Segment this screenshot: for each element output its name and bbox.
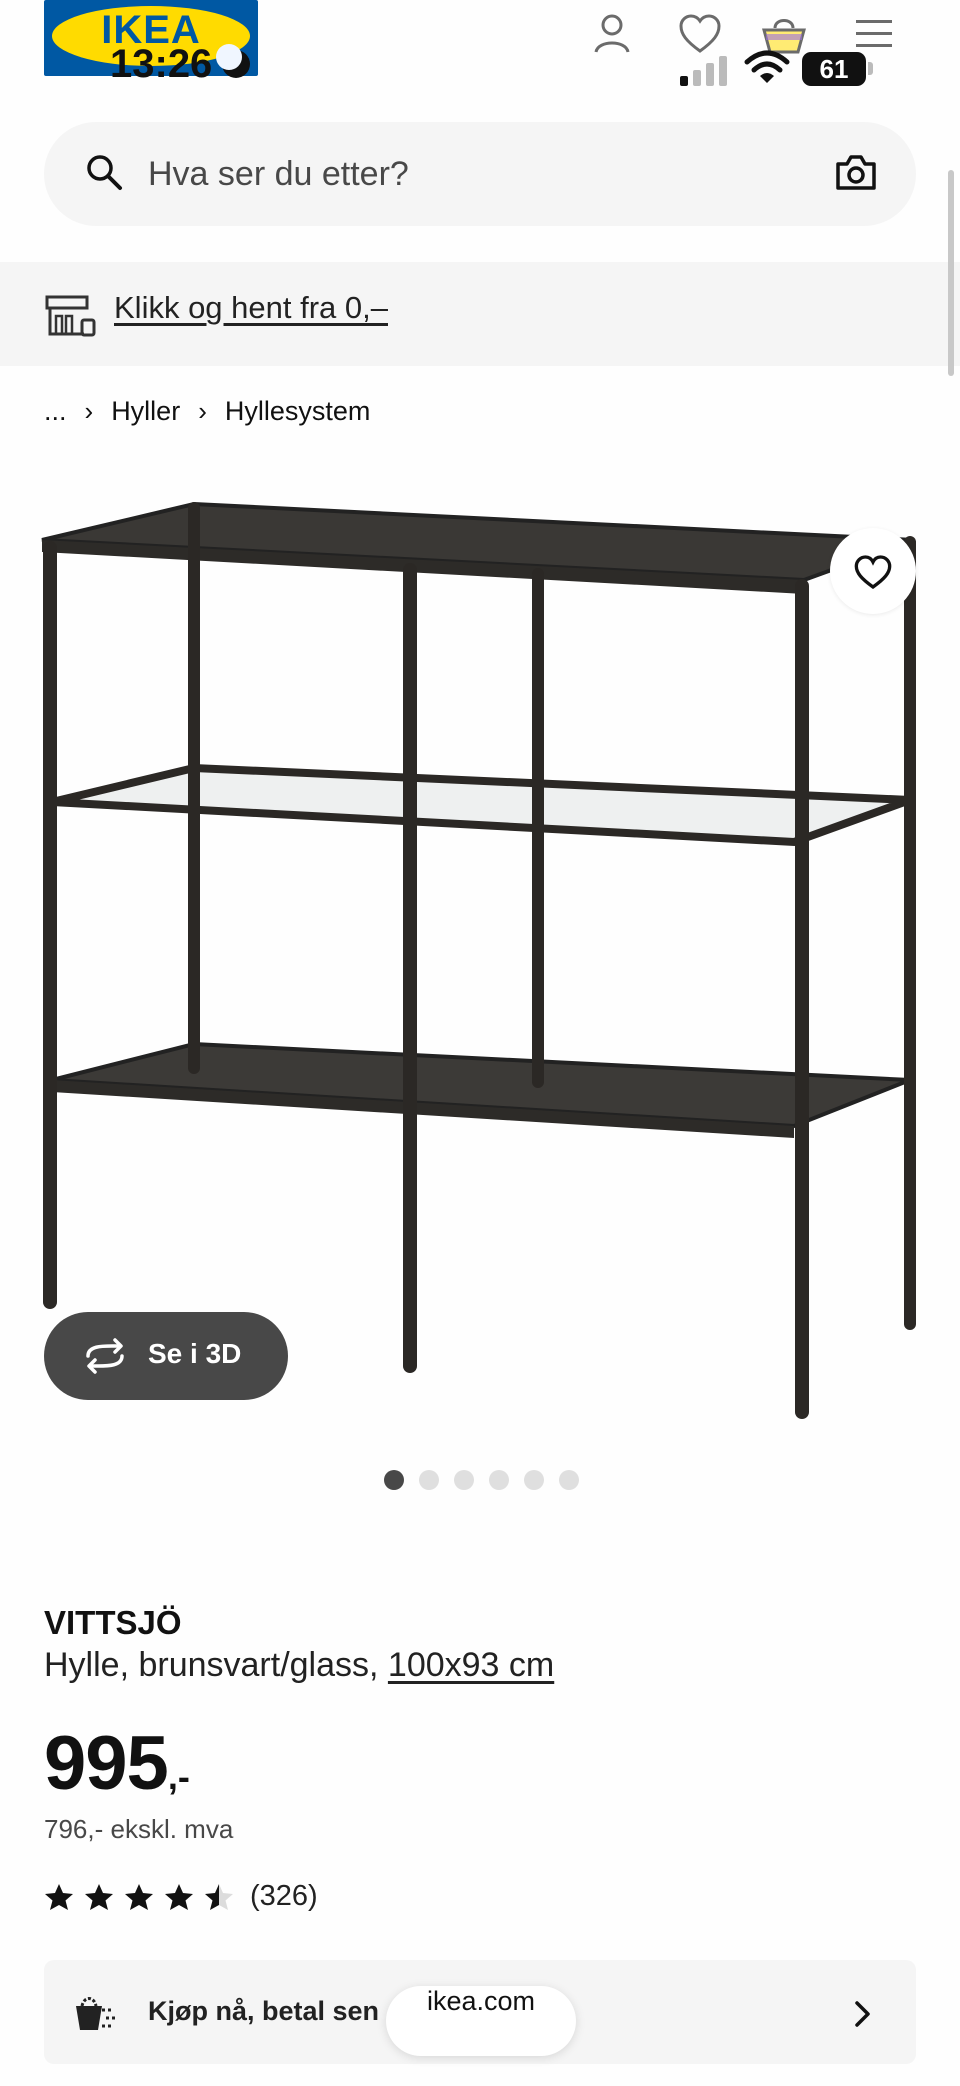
- menu-icon[interactable]: [850, 10, 898, 58]
- rating-stars[interactable]: [44, 1882, 234, 1912]
- heart-icon: [854, 555, 892, 590]
- page-scrollbar[interactable]: [948, 170, 954, 376]
- product-description: Hylle, brunsvart/glass, 100x93 cm: [44, 1646, 554, 1685]
- star-icon: [85, 1884, 113, 1910]
- breadcrumb-item-hyller[interactable]: Hyller: [111, 396, 180, 427]
- buy-now-pay-later-text: Kjøp nå, betal sen: [148, 1996, 380, 2026]
- battery-indicator: 61: [802, 52, 866, 86]
- view-in-3d-button[interactable]: Se i 3D: [44, 1312, 288, 1400]
- star-icon: [205, 1884, 233, 1910]
- image-pagination: [384, 1470, 579, 1490]
- browser-url-pill[interactable]: ikea.com: [386, 1986, 576, 2056]
- battery-tip: [868, 62, 873, 75]
- product-image[interactable]: [34, 478, 926, 1450]
- payment-cart-icon: [76, 1997, 116, 2030]
- breadcrumb-item-hyllesystem[interactable]: Hyllesystem: [225, 396, 371, 427]
- chevron-right-icon: ›: [84, 396, 94, 426]
- pagination-dot[interactable]: [384, 1470, 404, 1490]
- pagination-dot[interactable]: [524, 1470, 544, 1490]
- breadcrumb: ... › Hyller › Hyllesystem: [44, 396, 370, 427]
- profile-icon[interactable]: [588, 10, 636, 58]
- star-icon: [125, 1884, 153, 1910]
- product-size-link[interactable]: 100x93 cm: [388, 1646, 554, 1684]
- add-to-favourites-button[interactable]: [830, 528, 916, 614]
- wifi-icon: [744, 50, 790, 83]
- price-ex-vat: 796,- ekskl. mva: [44, 1814, 234, 1844]
- status-time: 13:26: [110, 42, 213, 86]
- chevron-right-icon: ›: [198, 396, 207, 426]
- price-value: 995: [44, 1721, 169, 1806]
- star-icon: [165, 1884, 193, 1910]
- pagination-dot[interactable]: [419, 1470, 439, 1490]
- store-icon: [45, 295, 96, 337]
- chevron-right-icon: [855, 2001, 870, 2027]
- product-type: Hylle, brunsvart/glass,: [44, 1646, 388, 1684]
- pagination-dot[interactable]: [559, 1470, 579, 1490]
- view-in-3d-label: Se i 3D: [148, 1338, 242, 1369]
- rotate-3d-icon: [86, 1338, 124, 1374]
- camera-search-icon[interactable]: [834, 152, 878, 192]
- product-price: 995,-: [44, 1720, 190, 1807]
- click-collect-link[interactable]: Klikk og hent fra 0,–: [114, 290, 388, 326]
- review-count[interactable]: (326): [250, 1880, 318, 1913]
- breadcrumb-ellipsis[interactable]: ...: [44, 396, 67, 427]
- search-input[interactable]: Hva ser du etter?: [148, 155, 409, 194]
- search-icon: [87, 155, 122, 190]
- focus-moon-icon: [216, 44, 250, 78]
- pagination-dot[interactable]: [454, 1470, 474, 1490]
- wishlist-heart-icon[interactable]: [676, 10, 724, 58]
- cellular-signal-icon: [680, 52, 730, 86]
- price-suffix: ,-: [167, 1756, 190, 1797]
- product-name: VITTSJÖ: [44, 1604, 182, 1641]
- pagination-dot[interactable]: [489, 1470, 509, 1490]
- star-icon: [45, 1884, 73, 1910]
